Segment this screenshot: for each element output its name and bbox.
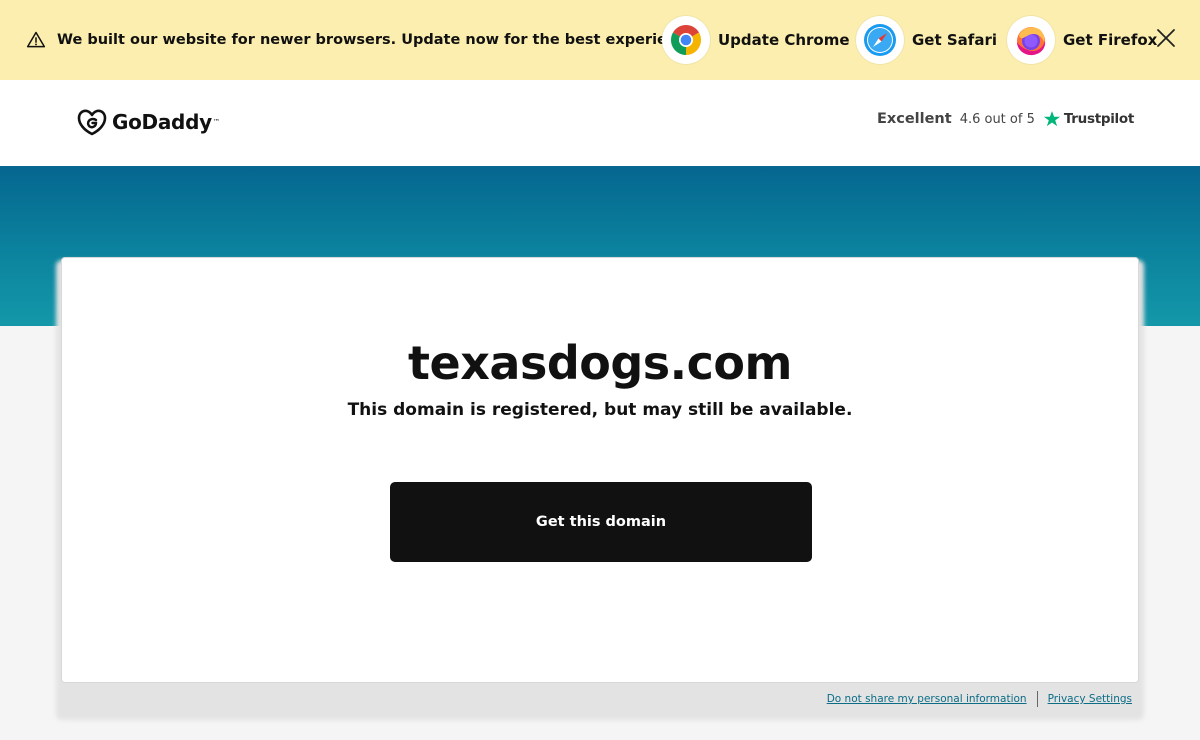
privacy-settings-link[interactable]: Privacy Settings	[1048, 693, 1132, 705]
godaddy-heart-icon	[77, 109, 107, 136]
rating-word: Excellent	[876, 111, 952, 127]
banner-message: We built our website for newer browsers.…	[57, 32, 702, 48]
get-domain-button[interactable]: Get this domain	[390, 482, 812, 562]
get-firefox-label: Get Firefox	[1063, 31, 1158, 49]
firefox-icon	[1007, 16, 1055, 64]
domain-status: This domain is registered, but may still…	[347, 400, 853, 420]
footer-divider	[1036, 691, 1038, 707]
logo-wordmark: GoDaddy	[112, 110, 212, 134]
update-chrome-label: Update Chrome	[718, 31, 850, 49]
warning-icon	[26, 31, 46, 48]
trustpilot-rating[interactable]: Excellent 4.6 out of 5 Trustpilot	[877, 110, 1134, 128]
trustpilot-star-icon	[1043, 111, 1060, 127]
browser-update-banner: We built our website for newer browsers.…	[0, 0, 1200, 80]
safari-icon	[856, 16, 904, 64]
chrome-icon	[662, 16, 710, 64]
get-safari-link[interactable]: Get Safari	[856, 16, 997, 64]
do-not-share-link[interactable]: Do not share my personal information	[827, 693, 1027, 705]
site-header: GoDaddy ™ Excellent 4.6 out of 5 Trustpil…	[0, 80, 1200, 166]
godaddy-logo[interactable]: GoDaddy ™	[77, 108, 220, 136]
close-icon[interactable]	[1155, 27, 1177, 49]
footer-links: Do not share my personal information Pri…	[827, 691, 1132, 707]
domain-name: texasdogs.com	[408, 336, 792, 390]
domain-card: texasdogs.com This domain is registered,…	[61, 257, 1139, 683]
update-chrome-link[interactable]: Update Chrome	[662, 16, 850, 64]
rating-score: 4.6 out of 5	[959, 111, 1035, 127]
get-safari-label: Get Safari	[912, 31, 997, 49]
get-firefox-link[interactable]: Get Firefox	[1007, 16, 1157, 64]
trademark-symbol: ™	[212, 118, 220, 126]
trustpilot-wordmark: Trustpilot	[1063, 111, 1134, 127]
